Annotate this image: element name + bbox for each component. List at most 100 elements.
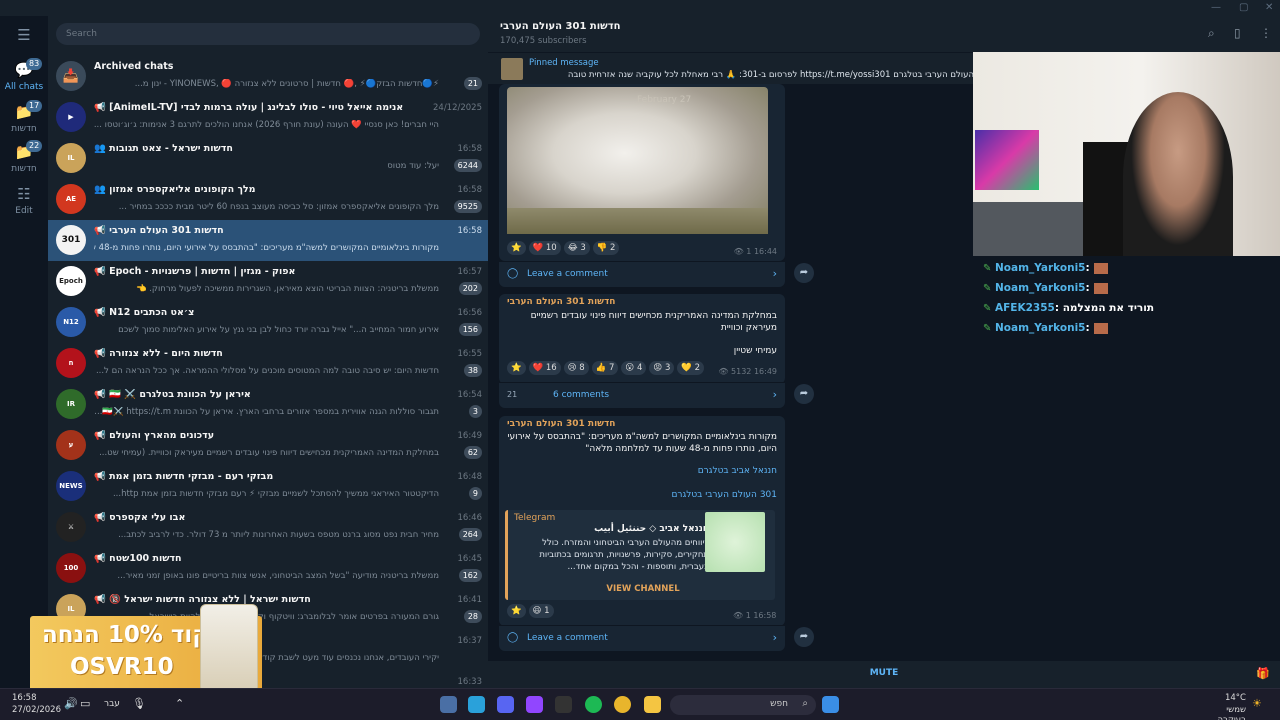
folder-news-2[interactable]: 📁 22 חדשות: [0, 140, 48, 174]
mod-badge-icon: ✎: [983, 303, 992, 314]
chrome-icon[interactable]: [614, 696, 631, 713]
search-icon[interactable]: ⌕: [1208, 26, 1215, 41]
spotify-icon[interactable]: [585, 696, 602, 713]
chat-row[interactable]: N12 📢 N12 צ׳אט הכתבים 16:56 אירוע חמור ה…: [48, 302, 488, 343]
search-input[interactable]: [56, 23, 480, 45]
sidebar-toggle-icon[interactable]: ▯: [1234, 26, 1241, 40]
post-link[interactable]: חננאל אביב בטלגרם: [698, 466, 777, 476]
reaction-chip[interactable]: ⭐: [507, 241, 526, 255]
volume-icon[interactable]: 🔊: [64, 697, 78, 710]
unread-badge: 28: [463, 610, 482, 623]
share-button[interactable]: ➦: [794, 627, 814, 647]
stream-chat-line: ✎ Noam_Yarkoni5:: [983, 262, 1273, 282]
app-icon[interactable]: [440, 696, 457, 713]
reaction-chip[interactable]: 😮 4: [621, 361, 647, 375]
chat-avatar: ח: [56, 348, 86, 378]
chat-row[interactable]: IR 📢 🇮🇷 ⚔️ איראן על הכוונת בטלגרם 16:54 …: [48, 384, 488, 425]
reaction-chip[interactable]: 👎 2: [592, 241, 620, 255]
eye-icon: 👁: [733, 611, 746, 620]
channel-header[interactable]: חדשות 301 העולם הערבי 170,475 subscriber…: [488, 16, 1280, 52]
weather-description[interactable]: שמשי בעיקרה: [1196, 705, 1246, 720]
close-icon[interactable]: ✕: [1265, 2, 1273, 13]
twitch-icon[interactable]: [526, 696, 543, 713]
bed: [973, 202, 1083, 256]
post-text: במחלקת המדינה האמריקנית מכחישים דיווח פי…: [530, 311, 777, 333]
chat-avatar: AE: [56, 184, 86, 214]
mute-bar: MUTE 🎁: [488, 661, 1280, 688]
reaction-chip[interactable]: ❤️ 16: [528, 361, 561, 375]
reaction-chip[interactable]: ❤️ 10: [528, 241, 561, 255]
gift-icon[interactable]: 🎁: [1256, 667, 1270, 680]
comments-bar[interactable]: ◯ Leave a comment ›: [499, 261, 785, 287]
view-channel-button[interactable]: VIEW CHANNEL: [508, 584, 778, 594]
windows-start-icon[interactable]: [822, 696, 839, 713]
post-link[interactable]: 301 העולם הערבי בטלגרם: [671, 490, 777, 500]
mod-badge-icon: ✎: [983, 323, 992, 334]
reaction-chip[interactable]: 😢 8: [563, 361, 589, 375]
taskbar-date[interactable]: 27/02/2026: [12, 705, 61, 715]
share-button[interactable]: ➦: [794, 384, 814, 404]
taskbar-clock[interactable]: 16:58: [12, 693, 37, 703]
comments-bar[interactable]: ◯ Leave a comment ›: [499, 625, 785, 651]
taskbar: 16:58 27/02/2026 🔊 ▭ עבר 🎙 ⌃ חפש ⌕ 14°C …: [0, 688, 1280, 720]
reaction-chip[interactable]: 😂 3: [563, 241, 590, 255]
folder-badge: 17: [26, 100, 43, 112]
comments-bar[interactable]: 21 6 comments ›: [499, 382, 785, 408]
reaction-chip[interactable]: 👍 7: [591, 361, 619, 375]
chat-preview: ממשלת בריטניה: הצוות הבריטי הוצא מאיראן,…: [135, 284, 439, 294]
maximize-icon[interactable]: ▢: [1239, 2, 1248, 13]
chat-preview: מחיר חבית נפט מסוג ברנט מטפס בשעות האחרו…: [118, 530, 439, 540]
reaction-chip[interactable]: ⭐: [507, 361, 526, 375]
language-indicator[interactable]: עבר: [104, 699, 120, 709]
chat-row[interactable]: 100 📢 חדשות 100שטח 16:45 ממשלת בריטניה מ…: [48, 548, 488, 589]
folder-icon[interactable]: [644, 696, 661, 713]
link-preview[interactable]: Telegram חננאל אביב ◇ حننئيل أبيب דיווחי…: [505, 510, 775, 600]
chevron-up-icon[interactable]: ⌃: [175, 697, 184, 710]
github-icon[interactable]: [555, 696, 572, 713]
pinned-text: העולם הערבי בטלגרם https://t.me/yossi301…: [567, 70, 974, 80]
comment-icon: ◯: [507, 632, 519, 643]
chat-row[interactable]: Epoch 📢 Epoch - אפוק - מגזין | חדשות | פ…: [48, 261, 488, 302]
chat-time: 16:55: [457, 349, 483, 359]
chat-row[interactable]: ע 📢 עדכונים מהארץ והעולם 16:49 במחלקת המ…: [48, 425, 488, 466]
reaction-chip[interactable]: ⭐: [507, 604, 526, 618]
taskbar-search[interactable]: חפש ⌕: [670, 695, 816, 715]
weather-icon: ☀: [1252, 697, 1262, 710]
network-icon[interactable]: ▭: [80, 697, 90, 710]
mute-button[interactable]: MUTE: [488, 668, 1280, 678]
weather-temp[interactable]: 14°C: [1208, 693, 1246, 703]
mic-icon[interactable]: 🎙: [132, 697, 146, 710]
explosion-photo[interactable]: February 27: [507, 87, 768, 234]
chevron-right-icon: ›: [772, 388, 777, 401]
folder-all-chats[interactable]: 💬 83 All chats: [0, 58, 48, 92]
chat-row-active[interactable]: 301 📢 חדשות 301 העולם הערבי 16:58 מקורות…: [48, 220, 488, 261]
minimize-icon[interactable]: —: [1211, 2, 1221, 13]
folder-edit[interactable]: ☷ Edit: [0, 184, 48, 216]
preview-site: Telegram: [514, 513, 556, 523]
unread-badge: 202: [458, 282, 482, 295]
chat-row[interactable]: ▶ 📢 [AnimeIL-TV] אנימה אייאל טיוי - סולו…: [48, 97, 488, 138]
discord-icon[interactable]: [497, 696, 514, 713]
eye-icon: 👁: [718, 367, 732, 376]
chat-row[interactable]: IL 👥 חדשות ישראל - צאט תגובות 16:58 יעל:…: [48, 138, 488, 179]
folder-label: חדשות: [11, 124, 37, 134]
chat-row[interactable]: NEWS 📢 מבזקי רעם - מבזקי חדשות בזמן אמת …: [48, 466, 488, 507]
chat-row[interactable]: AE 👥 מלך הקופונים אליאקספרס אמזון 16:58 …: [48, 179, 488, 220]
reaction-chip[interactable]: 😡 3: [649, 361, 675, 375]
reaction-chip[interactable]: 💛 2: [677, 361, 705, 375]
share-button[interactable]: ➦: [794, 263, 814, 283]
chat-row[interactable]: ח 📢 חדשות היום - ללא צנזורה 16:55 חדשות …: [48, 343, 488, 384]
archived-chats-row[interactable]: 📥 Archived chats ⚡🔵חדשות הבזק🔵⚡ ,🔴 חדשות…: [48, 56, 488, 97]
chat-time: 24/12/2025: [433, 103, 482, 113]
post-time: 16:58: [753, 611, 777, 620]
reaction-chip[interactable]: 😆 1: [528, 604, 554, 618]
chat-name: 📢 חדשות 301 העולם הערבי: [94, 225, 224, 236]
telegram-icon[interactable]: [468, 696, 485, 713]
folder-news-1[interactable]: 📁 17 חדשות: [0, 100, 48, 134]
post-time: 16:49: [753, 367, 777, 376]
chat-name: 👥 מלך הקופונים אליאקספרס אמזון: [94, 184, 256, 195]
folder-label: All chats: [4, 82, 44, 92]
menu-icon[interactable]: ☰: [0, 26, 48, 44]
chat-row[interactable]: ⚔ 📢 אבו עלי אקספרס 16:46 מחיר חבית נפט מ…: [48, 507, 488, 548]
more-icon[interactable]: ⋮: [1260, 26, 1272, 40]
